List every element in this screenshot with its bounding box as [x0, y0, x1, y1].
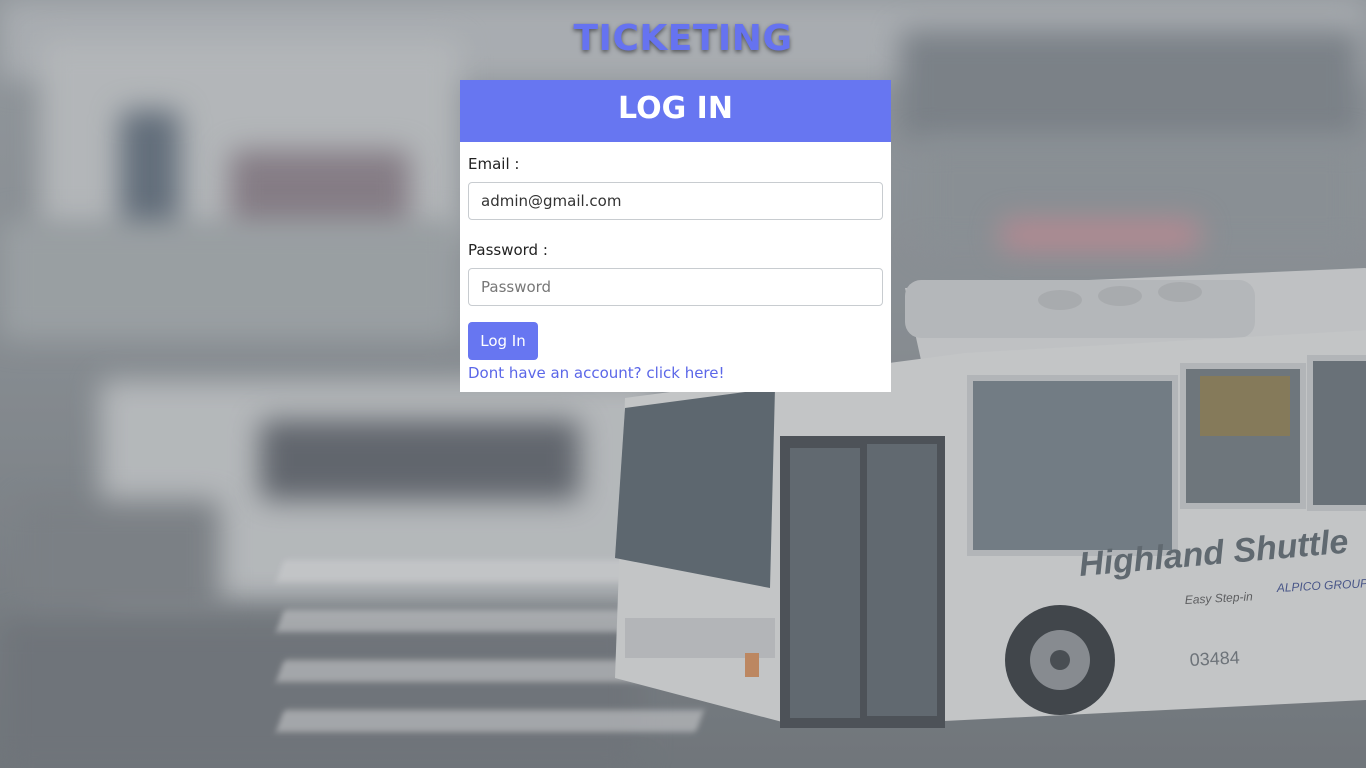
password-label: Password : — [468, 241, 548, 259]
email-label: Email : — [468, 155, 520, 173]
app-title: TICKETING — [573, 18, 793, 59]
login-card: LOG IN Email : Password : Log In Dont ha… — [460, 80, 891, 392]
password-field[interactable] — [468, 268, 883, 306]
signup-link[interactable]: Dont have an account? click here! — [468, 364, 725, 382]
email-field[interactable] — [468, 182, 883, 220]
login-header: LOG IN — [460, 80, 891, 142]
login-button[interactable]: Log In — [468, 322, 538, 360]
login-form: Email : Password : Log In Dont have an a… — [460, 142, 891, 382]
